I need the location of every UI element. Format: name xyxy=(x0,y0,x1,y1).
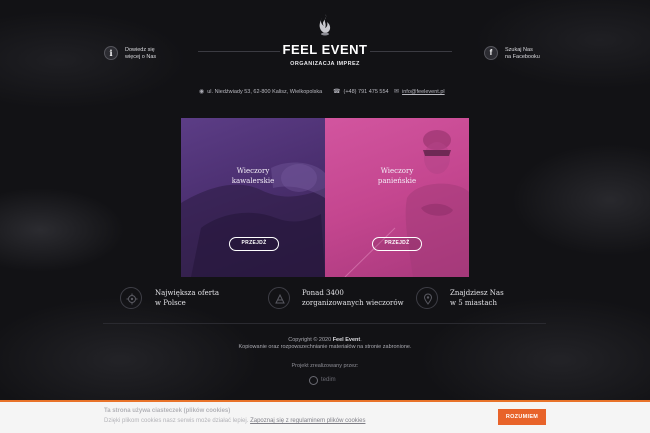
bachelor-party-title-line2: kawalerskie xyxy=(231,177,275,185)
feature-offer: Największa oferta w Polsce xyxy=(155,288,219,308)
phone-text: (+48) 791 475 554 xyxy=(343,89,389,95)
feature-cities-line1: Znajdziesz Nas xyxy=(450,289,504,297)
facebook-icon[interactable]: f xyxy=(484,46,498,60)
feature-events-line2: zorganizowanych wieczorów xyxy=(302,299,404,307)
agency-logo-icon xyxy=(309,376,318,385)
copyright: Copyright © 2020 Feel Event. xyxy=(0,337,650,343)
about-us-link[interactable]: Dowiedz się więcej o Nas xyxy=(125,47,156,60)
cookie-accept-button[interactable]: ROZUMIEM xyxy=(498,409,546,425)
bachelorette-party-button[interactable]: PRZEJDŹ xyxy=(372,237,422,251)
cookie-title: Ta strona używa ciasteczek (plików cooki… xyxy=(104,408,231,414)
copyright-brand: Feel Event xyxy=(332,337,361,343)
footer-divider xyxy=(103,323,546,324)
about-us-line1: Dowiedz się xyxy=(125,47,155,53)
facebook-line2: na Facebooku xyxy=(505,53,540,60)
bachelor-party-photo xyxy=(181,162,325,277)
about-us-line2: więcej o Nas xyxy=(125,53,157,60)
bachelor-party-panel[interactable]: Wieczory kawalerskie PRZEJDŹ xyxy=(181,118,325,277)
contact-email[interactable]: ✉ info@feelevent.pl xyxy=(394,88,445,95)
cookie-bar: Ta strona używa ciasteczek (plików cooki… xyxy=(0,400,650,433)
agency-name: tedim xyxy=(321,377,336,383)
bachelor-party-title: Wieczory kawalerskie xyxy=(181,166,325,186)
contact-phone[interactable]: ☎ (+48) 791 475 554 xyxy=(333,88,389,95)
bachelorette-party-title-line1: Wieczory xyxy=(380,167,414,175)
feature-events-line1: Ponad 3400 xyxy=(302,289,344,297)
realized-by-label: Projekt zrealizowany przez: xyxy=(291,363,359,369)
contact-address: ◉ ul. Niedźwiady 53, 62-800 Kalisz, Wielk… xyxy=(199,88,322,95)
bachelorette-party-title: Wieczory panieńskie xyxy=(325,166,469,186)
copy-notice: Kopiowanie oraz rozpowszechnianie materi… xyxy=(238,344,412,350)
agency-logo[interactable]: tedim xyxy=(309,375,341,386)
info-icon[interactable]: i xyxy=(104,46,118,60)
phone-icon: ☎ xyxy=(333,89,341,95)
cookie-message: Dzięki plikom cookies nasz serwis może d… xyxy=(104,418,249,424)
email-text: info@feelevent.pl xyxy=(402,89,445,95)
gear-icon xyxy=(120,287,142,309)
map-pin-icon xyxy=(416,287,438,309)
feature-cities: Znajdziesz Nas w 5 miastach xyxy=(450,288,504,308)
feature-offer-line1: Największa oferta xyxy=(155,289,220,297)
bachelor-party-title-line1: Wieczory xyxy=(236,167,270,175)
address-text: ul. Niedźwiady 53, 62-800 Kalisz, Wielko… xyxy=(207,89,323,95)
envelope-icon: ✉ xyxy=(394,89,400,95)
cookie-text: Dzięki plikom cookies nasz serwis może d… xyxy=(104,418,365,424)
feature-offer-line2: w Polsce xyxy=(155,299,186,307)
site-subtitle: ORGANIZACJA IMPREZ xyxy=(290,61,360,67)
bachelorette-party-photo xyxy=(344,130,469,277)
party-icon xyxy=(268,287,290,309)
bachelorette-party-panel[interactable]: Wieczory panieńskie PRZEJDŹ xyxy=(325,118,469,277)
bachelor-party-button[interactable]: PRZEJDŹ xyxy=(229,237,279,251)
location-pin-icon: ◉ xyxy=(199,89,205,95)
cookie-policy-link[interactable]: Zapoznaj się z regulaminem plików cookie… xyxy=(250,418,365,424)
feature-events: Ponad 3400 zorganizowanych wieczorów xyxy=(302,288,404,308)
facebook-link[interactable]: Szukaj Nas na Facebooku xyxy=(505,47,540,60)
bachelorette-party-title-line2: panieńskie xyxy=(377,177,417,185)
flame-logo-icon[interactable] xyxy=(316,13,334,37)
feature-cities-line2: w 5 miastach xyxy=(450,299,497,307)
copyright-prefix: Copyright © 2020 xyxy=(288,337,332,343)
site-title[interactable]: FEEL EVENT xyxy=(0,42,650,57)
copyright-suffix: . xyxy=(360,337,362,343)
